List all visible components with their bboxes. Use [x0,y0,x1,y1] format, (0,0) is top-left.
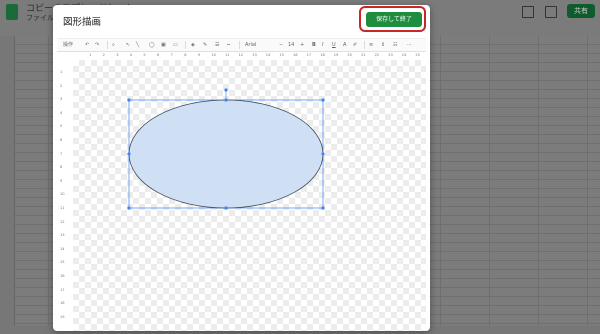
ruler-tick-label: 19 [60,314,65,319]
resize-handle-w[interactable] [127,152,131,156]
resize-handle-sw[interactable] [127,206,131,210]
border-weight-icon[interactable]: ☰ [215,41,219,49]
toolbar-divider [107,41,108,49]
ruler-tick-label: 12 [238,53,244,57]
ruler-tick-label: 5 [60,124,63,129]
resize-handle-e[interactable] [321,152,325,156]
ruler-tick-label: 4 [60,110,63,115]
ruler-tick-label: 7 [170,53,173,57]
dialog-title: 図形描画 [63,17,102,28]
ruler-tick-label: 8 [184,53,187,57]
font-size-decrease-icon[interactable]: − [279,41,283,49]
fill-color-icon[interactable]: ◈ [191,41,195,49]
ruler-tick-label: 7 [60,151,63,156]
ruler-tick-label: 6 [157,53,160,57]
ruler-tick-label: 21 [361,53,366,57]
font-size-increase-icon[interactable]: + [300,41,304,49]
actions-menu[interactable]: 操作 [63,41,73,49]
ruler-tick-label: 2 [60,83,63,88]
ruler-tick-label: 4 [129,53,133,57]
comment-icon[interactable] [522,6,534,18]
line-spacing-icon[interactable]: ⇕ [381,41,385,49]
underline-button[interactable]: U [332,41,336,49]
text-color-button[interactable]: A [343,41,346,49]
vertical-ruler: 1 2 3 4 5 6 7 8 9 10 11 12 13 14 15 16 17 18 19 [57,60,71,331]
ruler-tick-label: 17 [60,287,65,292]
ruler-tick-label: 19 [333,53,339,57]
ruler-tick-label: 22 [374,53,380,57]
menu-file[interactable]: ファイル [26,13,54,23]
ruler-tick-label: 16 [60,274,65,278]
ruler-tick-label: 24 [401,53,407,57]
highlight-annotation [359,6,426,32]
ruler-tick-label: 10 [211,53,216,57]
redo-icon[interactable]: ↷ [95,41,99,49]
ruler-tick-label: 5 [143,53,146,57]
ruler-tick-label: 1 [89,53,92,57]
ruler-tick-label: 1 [60,70,63,74]
resize-handle-se[interactable] [321,206,325,210]
ruler-tick-label: 3 [60,97,63,102]
image-icon[interactable]: ▭ [173,41,178,49]
share-button[interactable]: 共有 [567,4,595,18]
present-icon[interactable] [545,6,557,18]
ruler-tick-label: 3 [116,53,119,57]
ruler-tick-label: 23 [388,53,393,57]
textbox-icon[interactable]: ▣ [161,41,166,49]
line-icon[interactable]: ╲ [136,41,139,49]
font-select[interactable]: Arial [245,41,256,49]
ellipse-shape[interactable] [128,99,324,209]
ruler-tick-label: 8 [60,165,63,170]
align-icon[interactable]: ≡ [369,41,373,49]
ruler-tick-label: 18 [60,301,65,306]
ruler-tick-label: 15 [60,260,65,265]
ruler-tick-label: 13 [60,233,65,238]
highlight-icon[interactable]: ✐ [353,41,357,49]
more-icon[interactable]: ⋯ [407,41,412,49]
shape-icon[interactable]: ◯ [149,41,155,49]
toolbar-divider [185,41,186,49]
drawing-layer [127,88,325,210]
drawing-dialog: 図形描画 保存して終了 操作 ↶ ↷ ⌕ ↖ ╲ ◯ ▣ ▭ ◈ ✎ ☰ ┅ A… [53,5,430,331]
border-dash-icon[interactable]: ┅ [227,41,230,49]
ruler-tick-label: 11 [60,206,65,210]
ruler-tick-label: 12 [60,219,65,224]
ruler-tick-label: 11 [225,53,230,57]
rotate-handle[interactable] [224,88,228,92]
horizontal-ruler: 1 2 3 4 5 6 7 8 9 10 11 12 13 14 15 16 17 18 19 20 21 22 23 24 2… [73,52,426,59]
drawing-toolbar: 操作 ↶ ↷ ⌕ ↖ ╲ ◯ ▣ ▭ ◈ ✎ ☰ ┅ Arial − 14 + … [57,38,426,52]
ruler-tick-label: 15 [279,53,284,57]
ruler-tick-label: 10 [60,192,65,197]
resize-handle-ne[interactable] [321,98,325,102]
ruler-tick-label: 2 [102,53,105,57]
ruler-tick-label: 14 [265,53,271,57]
list-icon[interactable]: ☷ [393,41,397,49]
ruler-tick-label: 9 [60,178,63,183]
zoom-icon[interactable]: ⌕ [112,41,115,49]
undo-icon[interactable]: ↶ [85,41,89,49]
toolbar-divider [239,41,240,49]
sheets-logo-icon [6,4,18,20]
ruler-tick-label: 20 [347,53,352,57]
ruler-tick-label: 17 [306,53,312,57]
ruler-tick-label: 9 [197,53,201,57]
ruler-tick-label: 14 [60,246,65,251]
resize-handle-nw[interactable] [127,98,131,102]
background-row-numbers [0,36,15,326]
ruler-tick-label: 25 [415,53,420,57]
ruler-tick-label: 16 [293,53,298,57]
resize-handle-s[interactable] [224,206,228,210]
italic-button[interactable]: I [322,41,323,49]
ruler-tick-label: 18 [320,53,325,57]
drawing-canvas[interactable] [73,60,426,331]
border-color-icon[interactable]: ✎ [203,41,207,49]
select-icon[interactable]: ↖ [126,41,130,49]
ruler-tick-label: 13 [252,53,257,57]
ruler-tick-label: 6 [60,138,63,142]
resize-handle-n[interactable] [224,98,228,102]
toolbar-divider [364,41,365,49]
bold-button[interactable]: B [312,41,316,49]
font-size-input[interactable]: 14 [288,41,294,49]
